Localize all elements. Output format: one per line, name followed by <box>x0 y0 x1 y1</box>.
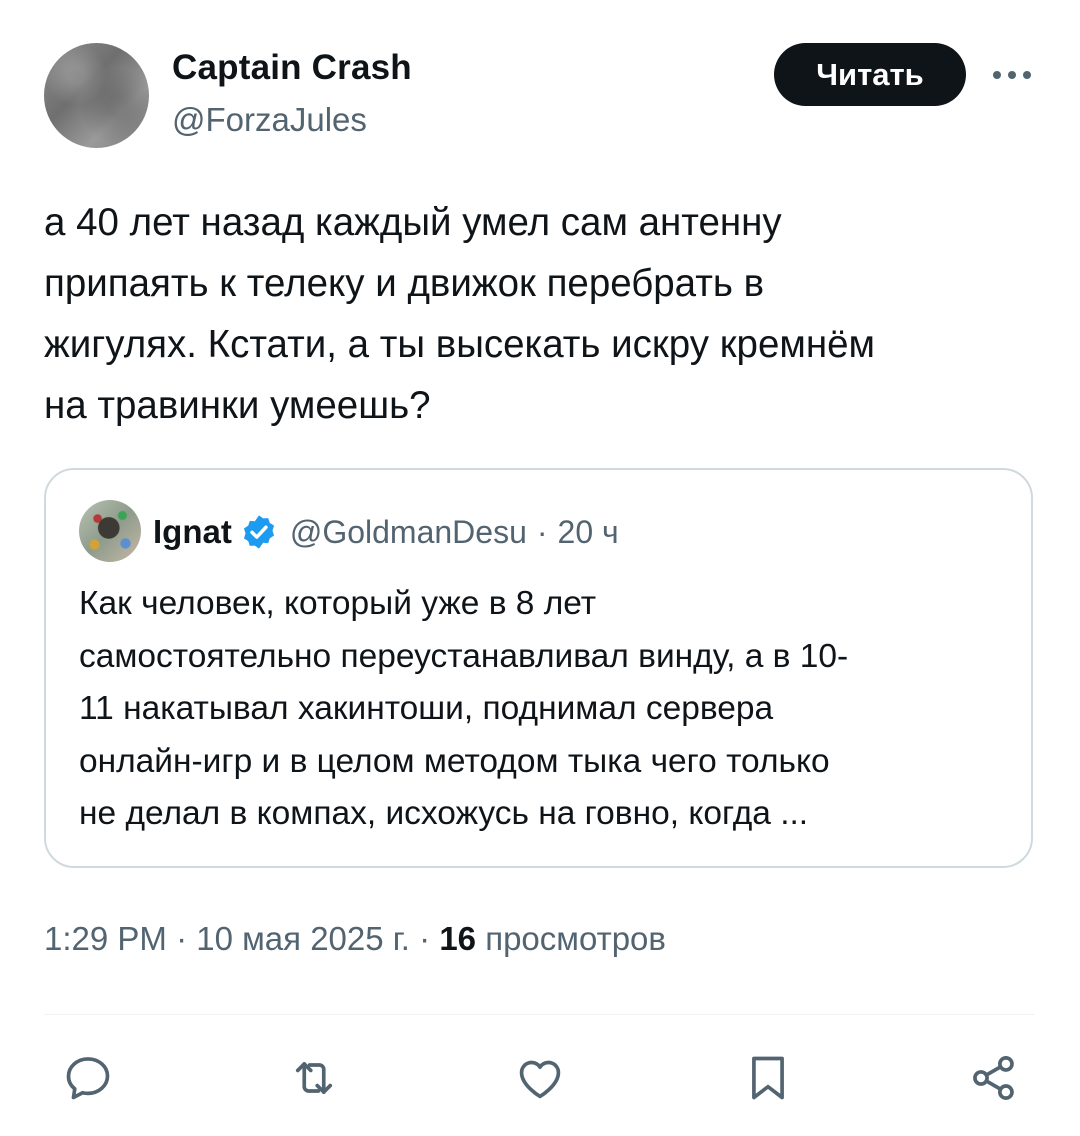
tweet-meta: 1:29 PM · 10 мая 2025 г. · 16 просмотров <box>44 920 666 958</box>
reply-button[interactable] <box>60 1050 116 1106</box>
tweet-date[interactable]: 10 мая 2025 г. <box>196 920 410 957</box>
follow-button[interactable]: Читать <box>774 43 966 106</box>
quoted-timestamp[interactable]: 20 ч <box>558 514 619 551</box>
divider <box>44 1014 1035 1015</box>
retweet-button[interactable] <box>286 1050 342 1106</box>
author-avatar[interactable] <box>44 43 149 148</box>
views-label: просмотров <box>485 920 666 957</box>
quoted-author-avatar[interactable] <box>79 500 141 562</box>
views-count: 16 <box>439 920 477 957</box>
more-horizontal-icon <box>993 71 1031 79</box>
like-button[interactable] <box>512 1050 568 1106</box>
tweet-text: а 40 лет назад каждый умел сам антенну п… <box>44 201 875 427</box>
quoted-tweet[interactable]: Ignat @GoldmanDesu · 20 ч Как человек, к… <box>44 468 1033 868</box>
author-handle[interactable]: @ForzaJules <box>172 101 367 139</box>
reply-icon <box>66 1057 110 1100</box>
quoted-author-name[interactable]: Ignat <box>153 513 232 551</box>
meta-separator: · <box>176 920 188 957</box>
more-button[interactable] <box>988 58 1036 92</box>
meta-separator: · <box>419 920 431 957</box>
author-name[interactable]: Captain Crash <box>172 48 412 88</box>
retweet-icon <box>295 1062 333 1094</box>
bookmark-icon <box>752 1056 784 1100</box>
like-icon <box>519 1060 561 1099</box>
share-icon <box>973 1056 1014 1100</box>
quoted-tweet-text: Как человек, который уже в 8 лет самосто… <box>79 585 849 832</box>
tweet-time[interactable]: 1:29 PM <box>44 920 167 957</box>
tweet: Captain Crash @ForzaJules Читать а 40 ле… <box>0 0 1080 1136</box>
share-button[interactable] <box>966 1050 1022 1106</box>
quoted-tweet-header: Ignat @GoldmanDesu · 20 ч <box>153 510 619 554</box>
quoted-separator: · <box>536 513 548 550</box>
quoted-author-handle[interactable]: @GoldmanDesu <box>290 514 527 551</box>
bookmark-button[interactable] <box>740 1050 796 1106</box>
verified-badge-icon <box>243 515 274 549</box>
